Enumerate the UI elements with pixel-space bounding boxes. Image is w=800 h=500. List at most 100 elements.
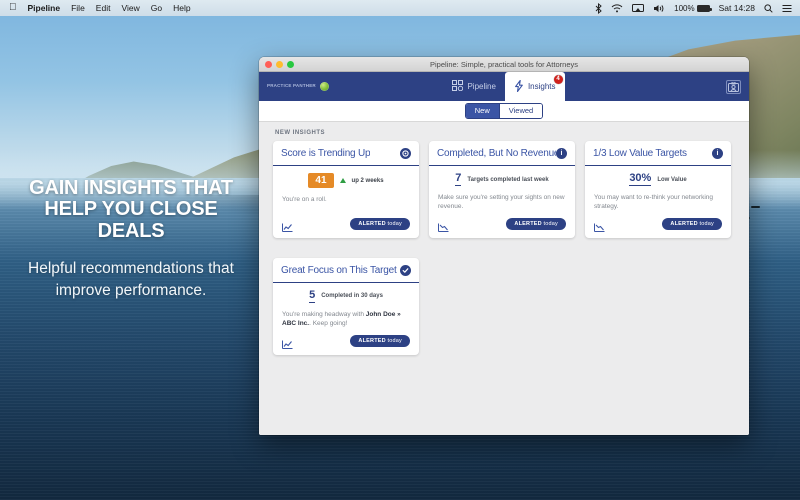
card-description: Make sure you're setting your sights on …	[438, 194, 565, 211]
section-heading: NEW INSIGHTS	[275, 130, 326, 136]
card-title: Score is Trending Up	[281, 148, 371, 159]
card-description-tail: . Keep going!	[309, 320, 348, 328]
filter-new-button[interactable]: New	[465, 103, 499, 119]
card-title: Great Focus on This Target	[281, 264, 397, 276]
search-icon[interactable]	[764, 3, 773, 13]
tab-pipeline[interactable]: Pipeline	[443, 72, 504, 101]
card-metric-row: 41 up 2 weeks	[282, 173, 410, 188]
line-chart-down-icon[interactable]	[594, 219, 605, 233]
insight-card[interactable]: 1/3 Low Value Targets i 30% Low Value Yo…	[585, 141, 731, 238]
card-body: 5 Completed in 30 days You're making hea…	[273, 283, 419, 329]
card-header: Score is Trending Up	[273, 141, 419, 166]
card-description-lead: You're making headway with	[282, 310, 366, 318]
battery-icon	[696, 4, 712, 12]
lightning-bolt-icon	[514, 79, 524, 94]
card-metric-row: 5 Completed in 30 days	[282, 288, 410, 303]
card-header: Great Focus on This Target	[273, 258, 419, 283]
status-badge: ALERTED today	[662, 217, 722, 230]
menu-item-view[interactable]: View	[121, 3, 139, 13]
card-metric-label: Targets completed last week	[467, 176, 549, 183]
grid-icon	[452, 80, 464, 93]
status-badge-strong: ALERTED	[358, 337, 386, 344]
card-metric-label: Low Value	[657, 176, 687, 183]
status-badge: ALERTED today	[350, 217, 410, 230]
menu-bar-status-area: 100% Sat 14:28	[595, 2, 800, 14]
status-badge: ALERTED today	[350, 334, 410, 347]
menu-item-edit[interactable]: Edit	[96, 3, 111, 13]
promo-headline: GAIN INSIGHTS THAT HELP YOU CLOSE DEALS	[29, 177, 233, 242]
window-titlebar[interactable]: Pipeline: Simple, practical tools for At…	[259, 57, 749, 72]
card-metric-value: 5	[309, 288, 316, 303]
battery-percent-label: 100%	[674, 3, 695, 13]
info-circle-icon: i	[556, 148, 567, 159]
trend-up-icon	[339, 178, 346, 183]
wifi-icon[interactable]	[611, 3, 623, 13]
card-footer: ALERTED today	[273, 212, 419, 238]
promo-subline: Helpful recommendations that improve per…	[28, 260, 234, 299]
card-body: 30% Low Value You may want to re-think y…	[585, 166, 731, 212]
insights-filter-segmented: New Viewed	[464, 102, 544, 120]
target-circle-icon	[400, 148, 411, 159]
notification-center-icon[interactable]	[782, 4, 792, 13]
card-metric-row: 30% Low Value	[594, 173, 722, 186]
card-trend-text: up 2 weeks	[351, 177, 384, 184]
status-badge-light: today	[387, 337, 402, 344]
tab-insights-badge: 4	[553, 75, 563, 84]
menu-bar:  Pipeline File Edit View Go Help 100% S…	[0, 0, 800, 16]
card-metric-value: 30%	[629, 172, 652, 186]
filter-bar: New Viewed	[259, 101, 749, 122]
card-footer: ALERTED today	[273, 329, 419, 355]
line-chart-down-icon[interactable]	[438, 219, 449, 233]
window-title: Pipeline: Simple, practical tools for At…	[430, 59, 578, 69]
card-metric-value: 7	[455, 172, 462, 186]
card-body: 7 Targets completed last week Make sure …	[429, 166, 575, 212]
card-title: Completed, But No Revenue	[437, 148, 556, 159]
card-footer: ALERTED today	[585, 212, 731, 238]
line-chart-up-icon[interactable]	[282, 336, 293, 350]
card-title: 1/3 Low Value Targets	[593, 148, 687, 159]
card-metric-value: 41	[308, 173, 334, 188]
bluetooth-icon[interactable]	[595, 2, 602, 14]
menu-item-pipeline[interactable]: Pipeline	[28, 3, 61, 13]
menu-item-help[interactable]: Help	[173, 3, 190, 13]
insight-card[interactable]: Score is Trending Up 41 up 2 weeks You'r…	[273, 141, 419, 238]
tab-pipeline-label: Pipeline	[467, 82, 496, 91]
status-badge-light: today	[543, 220, 558, 227]
volume-icon[interactable]	[653, 4, 665, 13]
insight-card-grid: Score is Trending Up 41 up 2 weeks You'r…	[259, 141, 749, 355]
menu-bar-clock[interactable]: Sat 14:28	[719, 3, 755, 13]
status-badge-strong: ALERTED	[358, 220, 386, 227]
filter-viewed-button[interactable]: Viewed	[498, 103, 543, 119]
battery-status[interactable]: 100%	[674, 3, 712, 13]
promo-overlay: GAIN INSIGHTS THAT HELP YOU CLOSE DEALS …	[22, 177, 240, 301]
card-header: Completed, But No Revenue i	[429, 141, 575, 166]
info-circle-icon: i	[712, 148, 723, 159]
card-header: 1/3 Low Value Targets i	[585, 141, 731, 166]
card-metric-row: 7 Targets completed last week	[438, 173, 566, 186]
status-badge-light: today	[699, 220, 714, 227]
tab-insights-label: Insights	[527, 82, 556, 91]
status-badge: ALERTED today	[506, 217, 566, 230]
card-description: You're making headway with John Doe » AB…	[282, 310, 410, 329]
card-metric-label: Completed in 30 days	[321, 293, 383, 300]
check-circle-icon	[400, 264, 411, 276]
card-description: You may want to re-think your networking…	[594, 194, 713, 211]
card-description: You're on a roll.	[282, 196, 327, 203]
airplay-icon[interactable]	[632, 3, 645, 13]
menu-bar-left:  Pipeline File Edit View Go Help	[0, 3, 191, 14]
status-badge-strong: ALERTED	[514, 220, 542, 227]
line-chart-up-icon[interactable]	[282, 219, 293, 233]
wallpaper-boat	[751, 206, 760, 208]
card-footer: ALERTED today	[429, 212, 575, 238]
toolbar-tabs: Pipeline Insights 4	[259, 72, 749, 101]
app-toolbar: PRACTICE PANTHER Pipeline Insights 4	[259, 72, 749, 101]
app-window: Pipeline: Simple, practical tools for At…	[259, 57, 749, 435]
apple-logo-icon[interactable]: 	[9, 3, 17, 13]
insight-card[interactable]: Completed, But No Revenue i 7 Targets co…	[429, 141, 575, 238]
menu-item-go[interactable]: Go	[151, 3, 162, 13]
menu-item-file[interactable]: File	[71, 3, 85, 13]
status-badge-strong: ALERTED	[670, 220, 698, 227]
tab-insights[interactable]: Insights 4	[504, 72, 565, 101]
status-badge-light: today	[387, 220, 402, 227]
insight-card[interactable]: Great Focus on This Target 5 Completed i…	[273, 257, 419, 355]
